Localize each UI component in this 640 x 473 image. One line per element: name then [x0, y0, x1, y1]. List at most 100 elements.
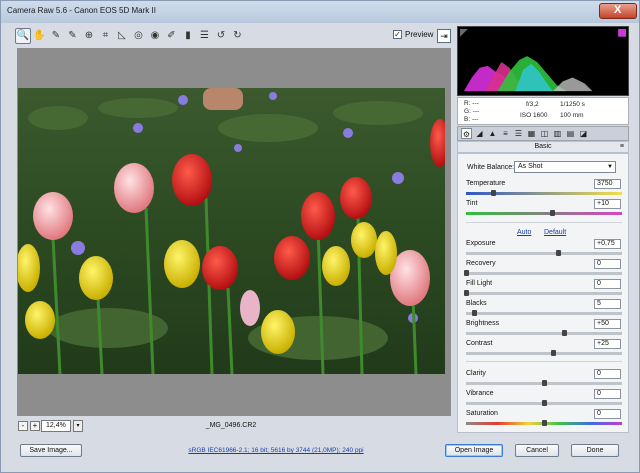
panel-tabs: ⚙ ◢ ▲ ≡ ☰ ▦ ◫ ▥ ▤ ◪ [457, 126, 629, 141]
exposure-value-field[interactable]: +0,75 [594, 239, 621, 249]
recovery-value-field[interactable]: 0 [594, 259, 621, 269]
panel-tab-icon[interactable]: ▲ [487, 128, 498, 139]
panel-tab-icon[interactable]: ◫ [539, 128, 550, 139]
iso-value: ISO 1600 [520, 112, 548, 119]
brightness-value-field[interactable]: +50 [594, 319, 621, 329]
zoom-in-button[interactable]: + [30, 421, 40, 431]
contrast-track[interactable] [466, 352, 622, 355]
workflow-options-link[interactable]: sRGB IEC61966-2.1; 16 bit; 5616 by 3744 … [161, 447, 391, 454]
panel-tab-icon[interactable]: ▤ [565, 128, 576, 139]
white-balance-label: White Balance: [467, 164, 515, 171]
exposure-thumb[interactable] [556, 250, 562, 256]
temperature-track[interactable] [466, 192, 622, 195]
red-eye-tool-icon[interactable]: ◉ [147, 28, 163, 44]
preferences-tool-icon[interactable]: ☰ [197, 28, 213, 44]
panel-tab-icon[interactable]: ◢ [474, 128, 485, 139]
tint-value-field[interactable]: +10 [594, 199, 621, 209]
straighten-tool-icon[interactable]: ◺ [114, 28, 130, 44]
fullscreen-icon[interactable]: ⇥ [437, 29, 451, 43]
zoom-tool-icon[interactable]: 🔍 [15, 28, 31, 44]
vibrance-value-field[interactable]: 0 [594, 389, 621, 399]
hand-tool-icon[interactable]: ✋ [32, 28, 48, 44]
panel-tab-icon[interactable]: ⚙ [461, 128, 472, 139]
title-bar[interactable]: Camera Raw 5.6 - Canon EOS 5D Mark II X [1, 1, 639, 23]
recovery-slider[interactable]: Recovery 0 [464, 259, 624, 278]
temperature-value-field[interactable]: 3750 [594, 179, 621, 189]
brightness-slider[interactable]: Brightness +50 [466, 319, 624, 338]
preview-checkbox[interactable]: ✓ [393, 30, 402, 39]
blacks-slider[interactable]: Blacks 5 [466, 299, 624, 318]
white-balance-select[interactable]: As Shot ▼ [514, 161, 616, 173]
recovery-thumb[interactable] [464, 270, 469, 276]
panel-tab-icon[interactable]: ☰ [513, 128, 524, 139]
panel-tab-icon[interactable]: ≡ [500, 128, 511, 139]
panel-tab-icon[interactable]: ▦ [526, 128, 537, 139]
fill-light-value-field[interactable]: 0 [594, 279, 621, 289]
crop-tool-icon[interactable]: ⌗ [98, 28, 114, 44]
recovery-track[interactable] [466, 272, 622, 275]
image-canvas[interactable] [17, 48, 451, 416]
blacks-track[interactable] [466, 312, 622, 315]
temperature-slider[interactable]: Temperature 3750 [466, 179, 624, 198]
blacks-thumb[interactable] [471, 310, 477, 316]
exposure-label: Exposure [466, 240, 496, 247]
vibrance-slider[interactable]: Vibrance 0 [466, 389, 624, 408]
preview-toggle[interactable]: ✓ Preview [393, 30, 433, 39]
panel-tab-icon[interactable]: ◪ [578, 128, 589, 139]
blacks-value-field[interactable]: 5 [594, 299, 621, 309]
temperature-thumb[interactable] [490, 190, 496, 196]
exposure-track[interactable] [466, 252, 622, 255]
save-image-button[interactable]: Save Image... [20, 444, 82, 457]
fill-light-thumb[interactable] [464, 290, 469, 296]
auto-link[interactable]: Auto [517, 229, 531, 236]
default-link[interactable]: Default [544, 229, 566, 236]
tint-thumb[interactable] [549, 210, 555, 216]
spot-removal-tool-icon[interactable]: ◎ [131, 28, 147, 44]
clarity-slider[interactable]: Clarity 0 [466, 369, 624, 388]
clarity-value-field[interactable]: 0 [594, 369, 621, 379]
tint-slider[interactable]: Tint +10 [466, 199, 624, 218]
fill-light-track[interactable] [466, 292, 622, 295]
rotate-cw-tool-icon[interactable]: ↻ [230, 28, 246, 44]
saturation-thumb[interactable] [542, 420, 547, 426]
brightness-thumb[interactable] [562, 330, 568, 336]
fill-light-slider[interactable]: Fill Light 0 [464, 279, 624, 298]
white-balance-tool-icon[interactable]: ✎ [48, 28, 64, 44]
cancel-button[interactable]: Cancel [515, 444, 559, 457]
saturation-value-field[interactable]: 0 [594, 409, 621, 419]
blue-value: B: --- [464, 116, 479, 123]
vibrance-label: Vibrance [466, 390, 494, 397]
exposure-slider[interactable]: Exposure +0,75 [466, 239, 624, 258]
zoom-out-button[interactable]: - [18, 421, 28, 431]
green-value: G: --- [464, 108, 480, 115]
brightness-track[interactable] [466, 332, 622, 335]
brightness-label: Brightness [466, 320, 500, 327]
clarity-thumb[interactable] [542, 380, 547, 386]
vibrance-thumb[interactable] [542, 400, 547, 406]
panel-menu-icon[interactable]: ≡ [620, 142, 624, 152]
graduated-filter-tool-icon[interactable]: ▮ [180, 28, 196, 44]
fill-light-label: Fill Light [466, 280, 493, 287]
panel-tab-icon[interactable]: ▥ [552, 128, 563, 139]
saturation-slider[interactable]: Saturation 0 [466, 409, 624, 428]
contrast-label: Contrast [466, 340, 493, 347]
shutter-speed: 1/1250 s [560, 101, 585, 108]
red-value: R: --- [464, 100, 479, 107]
window-title: Camera Raw 5.6 - Canon EOS 5D Mark II [7, 6, 156, 15]
clarity-label: Clarity [466, 370, 486, 377]
temperature-label: Temperature [466, 180, 506, 187]
basic-panel: White Balance: As Shot ▼ Auto Default Te… [457, 153, 629, 433]
contrast-value-field[interactable]: +25 [594, 339, 621, 349]
tint-track[interactable] [466, 212, 622, 215]
color-sampler-tool-icon[interactable]: ✎ [65, 28, 81, 44]
zoom-level-field[interactable]: 12,4% [41, 420, 71, 432]
contrast-thumb[interactable] [551, 350, 557, 356]
targeted-adjustment-tool-icon[interactable]: ⊕ [81, 28, 97, 44]
close-button[interactable]: X [599, 3, 637, 19]
contrast-slider[interactable]: Contrast +25 [466, 339, 624, 358]
chevron-down-icon[interactable]: ▾ [73, 420, 83, 432]
open-image-button[interactable]: Open Image [445, 444, 503, 457]
done-button[interactable]: Done [571, 444, 619, 457]
rotate-ccw-tool-icon[interactable]: ↺ [213, 28, 229, 44]
adjustment-brush-tool-icon[interactable]: ✐ [164, 28, 180, 44]
